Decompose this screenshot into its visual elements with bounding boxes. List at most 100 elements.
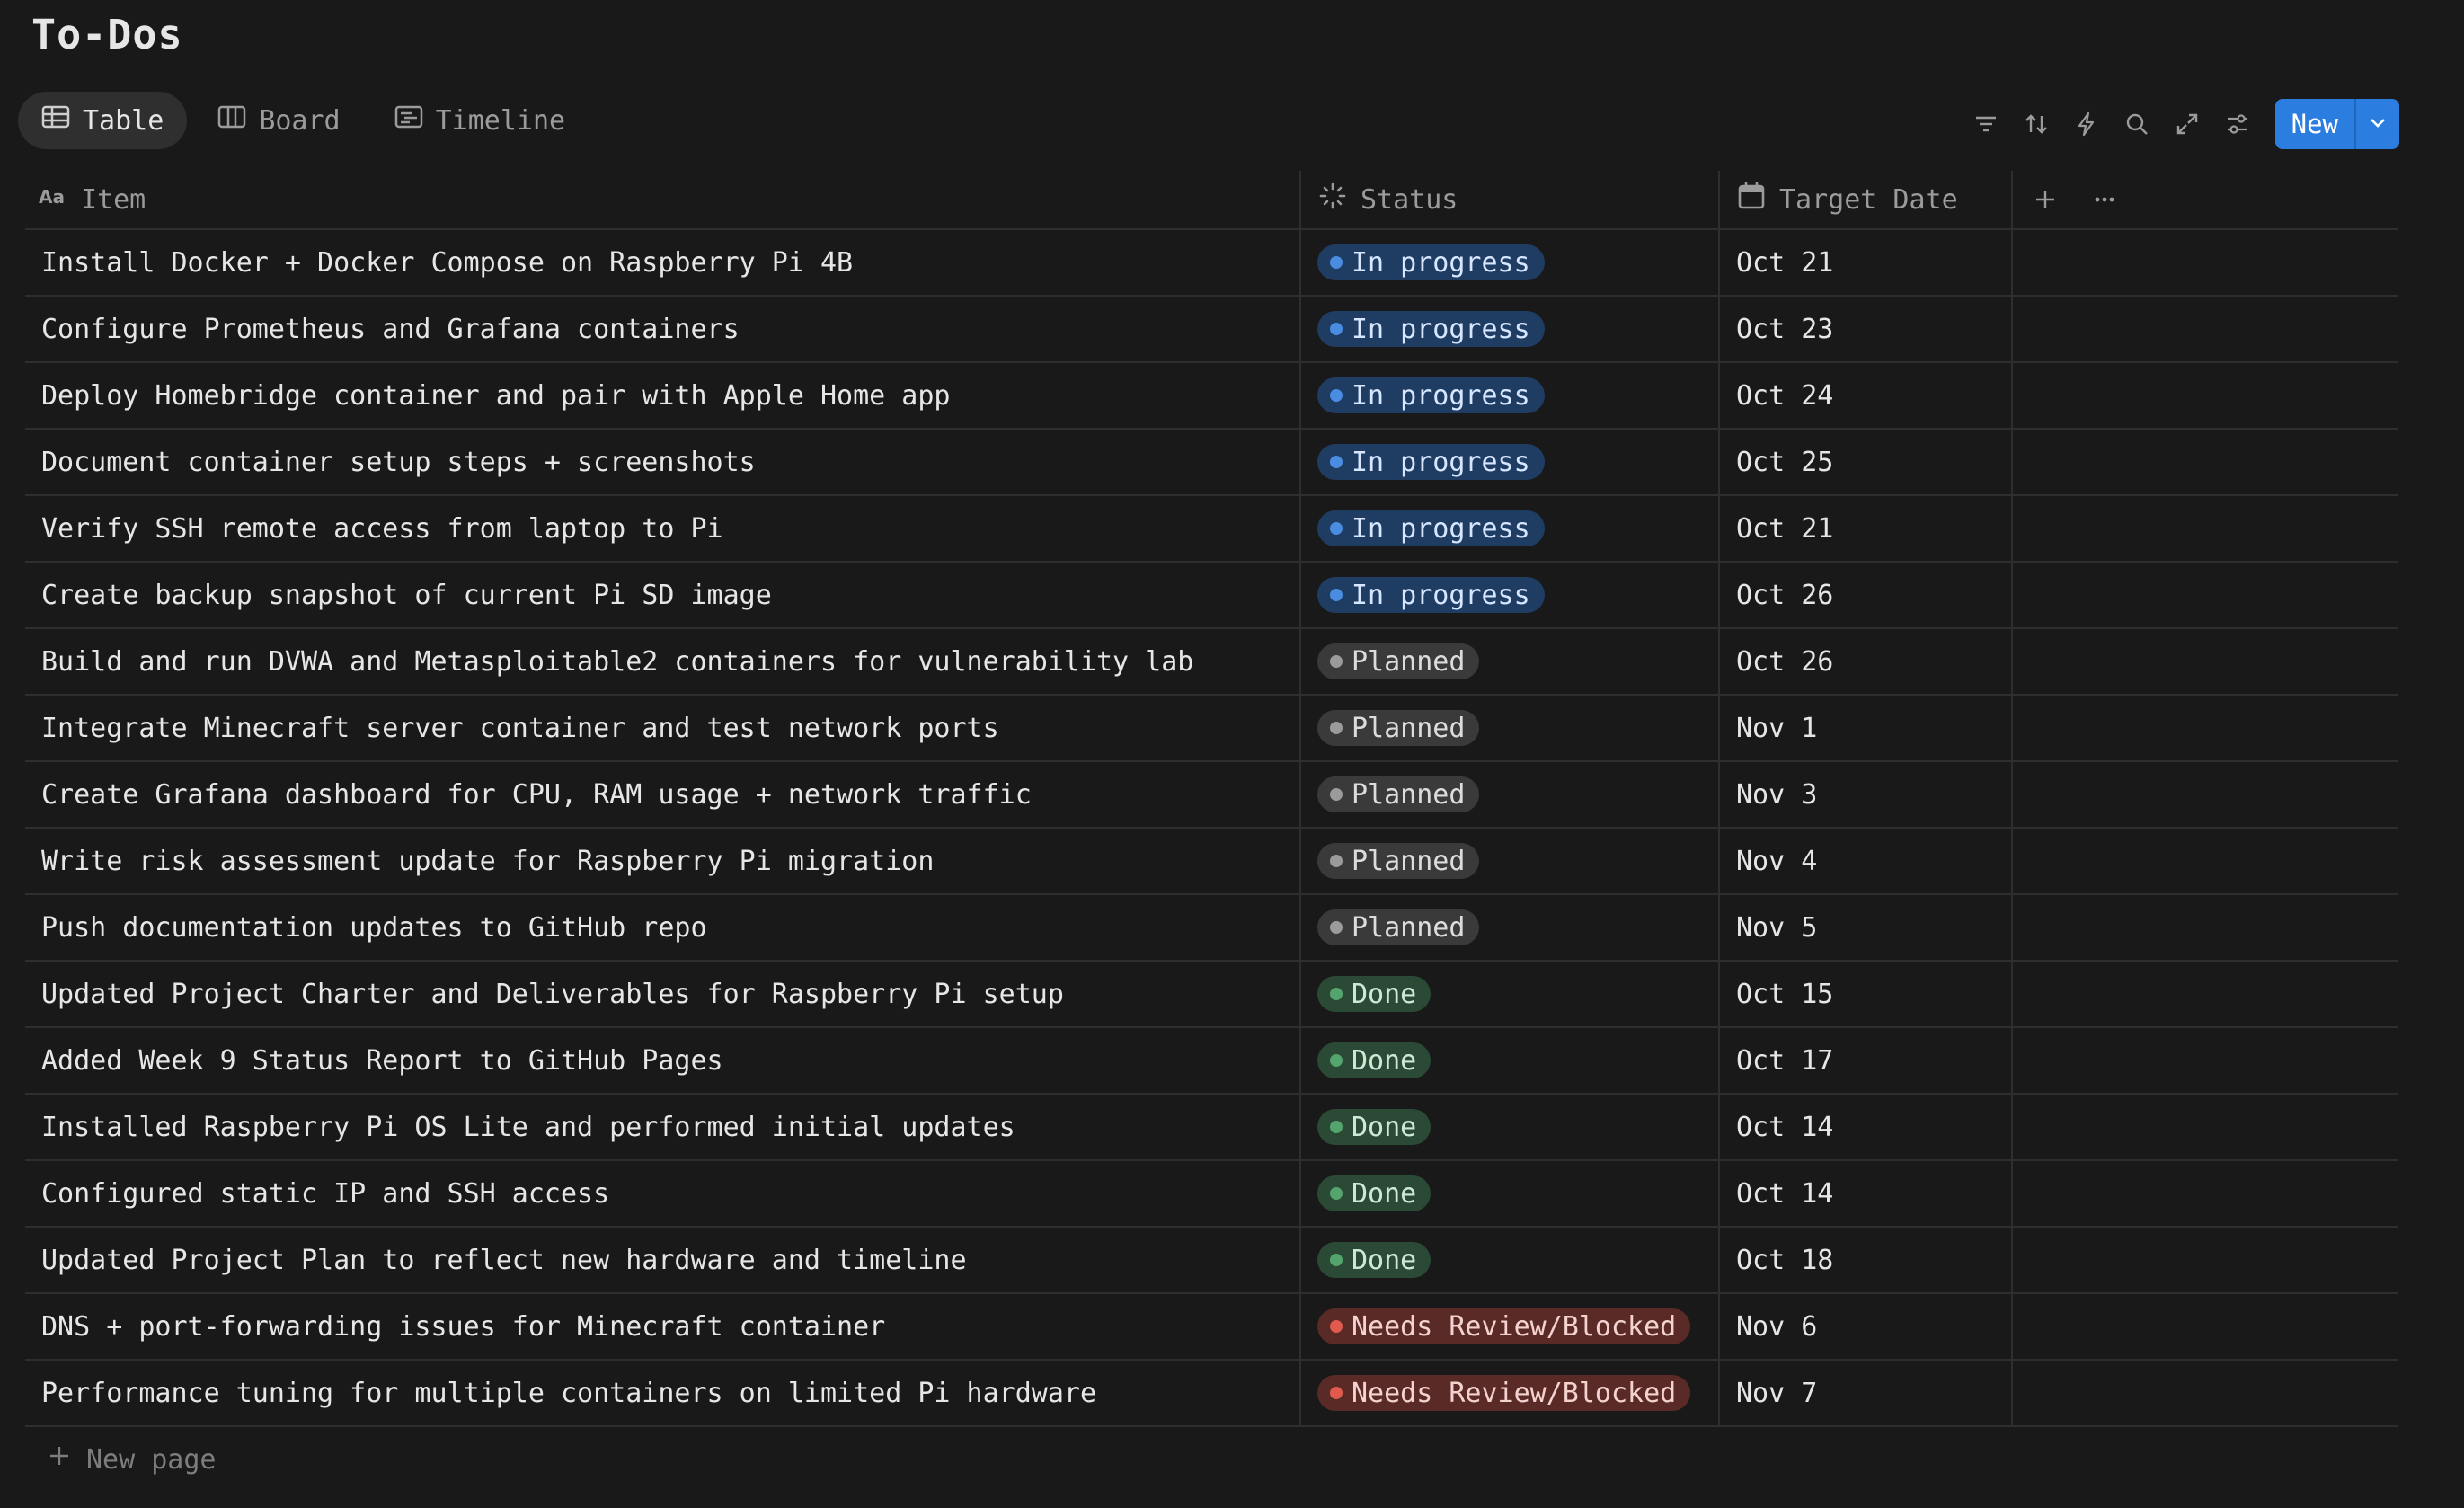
expand-icon[interactable] xyxy=(2162,99,2212,149)
status-cell[interactable]: In progress xyxy=(1301,363,1720,428)
item-cell[interactable]: Updated Project Charter and Deliverables… xyxy=(25,962,1301,1026)
automation-icon[interactable] xyxy=(2061,99,2112,149)
target-date-cell[interactable]: Oct 14 xyxy=(1720,1095,2013,1159)
target-date-cell[interactable]: Oct 26 xyxy=(1720,563,2013,627)
status-dot xyxy=(1330,589,1343,601)
table-row[interactable]: Document container setup steps + screens… xyxy=(25,430,2398,496)
item-cell[interactable]: Installed Raspberry Pi OS Lite and perfo… xyxy=(25,1095,1301,1159)
status-cell[interactable]: Planned xyxy=(1301,696,1720,760)
item-cell[interactable]: Create Grafana dashboard for CPU, RAM us… xyxy=(25,762,1301,827)
table-row[interactable]: Create backup snapshot of current Pi SD … xyxy=(25,563,2398,629)
column-header-status[interactable]: Status xyxy=(1301,171,1720,228)
add-property-icon[interactable] xyxy=(2025,180,2065,219)
table-row[interactable]: Updated Project Charter and Deliverables… xyxy=(25,962,2398,1028)
item-cell[interactable]: Configure Prometheus and Grafana contain… xyxy=(25,297,1301,361)
item-cell[interactable]: DNS + port-forwarding issues for Minecra… xyxy=(25,1294,1301,1359)
status-label: Planned xyxy=(1352,911,1466,944)
target-date-cell[interactable]: Oct 26 xyxy=(1720,629,2013,694)
item-cell[interactable]: Updated Project Plan to reflect new hard… xyxy=(25,1228,1301,1292)
table-row[interactable]: Write risk assessment update for Raspber… xyxy=(25,829,2398,895)
new-button[interactable]: New xyxy=(2275,99,2354,149)
target-date-cell[interactable]: Nov 7 xyxy=(1720,1361,2013,1425)
item-title: Installed Raspberry Pi OS Lite and perfo… xyxy=(41,1111,1015,1143)
status-cell[interactable]: Done xyxy=(1301,1161,1720,1226)
item-cell[interactable]: Document container setup steps + screens… xyxy=(25,430,1301,494)
table-row[interactable]: Performance tuning for multiple containe… xyxy=(25,1361,2398,1427)
target-date-cell[interactable]: Oct 25 xyxy=(1720,430,2013,494)
empty-cell xyxy=(2013,962,2398,1026)
target-date: Oct 25 xyxy=(1736,446,1834,478)
status-cell[interactable]: Planned xyxy=(1301,629,1720,694)
column-header-actions xyxy=(2013,171,2398,228)
target-date-cell[interactable]: Oct 23 xyxy=(1720,297,2013,361)
status-cell[interactable]: In progress xyxy=(1301,430,1720,494)
status-cell[interactable]: Planned xyxy=(1301,829,1720,893)
status-cell[interactable]: In progress xyxy=(1301,230,1720,295)
table-row[interactable]: Configure Prometheus and Grafana contain… xyxy=(25,297,2398,363)
target-date-cell[interactable]: Nov 4 xyxy=(1720,829,2013,893)
target-date-cell[interactable]: Nov 3 xyxy=(1720,762,2013,827)
new-dropdown-button[interactable] xyxy=(2354,99,2399,149)
status-cell[interactable]: In progress xyxy=(1301,496,1720,561)
table-row[interactable]: Updated Project Plan to reflect new hard… xyxy=(25,1228,2398,1294)
item-cell[interactable]: Configured static IP and SSH access xyxy=(25,1161,1301,1226)
sort-icon[interactable] xyxy=(2011,99,2061,149)
table-row[interactable]: Installed Raspberry Pi OS Lite and perfo… xyxy=(25,1095,2398,1161)
item-cell[interactable]: Performance tuning for multiple containe… xyxy=(25,1361,1301,1425)
target-date-cell[interactable]: Oct 21 xyxy=(1720,230,2013,295)
table-row[interactable]: Verify SSH remote access from laptop to … xyxy=(25,496,2398,563)
status-cell[interactable]: Needs Review/Blocked xyxy=(1301,1294,1720,1359)
target-date: Oct 14 xyxy=(1736,1111,1834,1143)
item-cell[interactable]: Write risk assessment update for Raspber… xyxy=(25,829,1301,893)
target-date-cell[interactable]: Oct 14 xyxy=(1720,1161,2013,1226)
target-date-cell[interactable]: Oct 18 xyxy=(1720,1228,2013,1292)
item-cell[interactable]: Integrate Minecraft server container and… xyxy=(25,696,1301,760)
status-label: Planned xyxy=(1352,645,1466,678)
target-date-cell[interactable]: Nov 6 xyxy=(1720,1294,2013,1359)
status-cell[interactable]: Needs Review/Blocked xyxy=(1301,1361,1720,1425)
tab-board[interactable]: Board xyxy=(194,92,363,149)
table-row[interactable]: Deploy Homebridge container and pair wit… xyxy=(25,363,2398,430)
table-row[interactable]: Added Week 9 Status Report to GitHub Pag… xyxy=(25,1028,2398,1095)
table-row[interactable]: Build and run DVWA and Metasploitable2 c… xyxy=(25,629,2398,696)
tab-table[interactable]: Table xyxy=(18,92,188,149)
search-icon[interactable] xyxy=(2112,99,2162,149)
column-header-item[interactable]: Aa Item xyxy=(25,171,1301,228)
status-cell[interactable]: Done xyxy=(1301,1228,1720,1292)
target-date-cell[interactable]: Nov 1 xyxy=(1720,696,2013,760)
status-cell[interactable]: In progress xyxy=(1301,297,1720,361)
status-cell[interactable]: Done xyxy=(1301,962,1720,1026)
target-date-cell[interactable]: Oct 15 xyxy=(1720,962,2013,1026)
item-cell[interactable]: Push documentation updates to GitHub rep… xyxy=(25,895,1301,960)
item-cell[interactable]: Build and run DVWA and Metasploitable2 c… xyxy=(25,629,1301,694)
item-title: Deploy Homebridge container and pair wit… xyxy=(41,379,951,412)
status-cell[interactable]: Done xyxy=(1301,1028,1720,1093)
item-cell[interactable]: Verify SSH remote access from laptop to … xyxy=(25,496,1301,561)
target-date-cell[interactable]: Oct 24 xyxy=(1720,363,2013,428)
item-cell[interactable]: Install Docker + Docker Compose on Raspb… xyxy=(25,230,1301,295)
status-cell[interactable]: Planned xyxy=(1301,762,1720,827)
status-cell[interactable]: Planned xyxy=(1301,895,1720,960)
target-date-cell[interactable]: Nov 5 xyxy=(1720,895,2013,960)
table-row[interactable]: Create Grafana dashboard for CPU, RAM us… xyxy=(25,762,2398,829)
new-page-button[interactable]: New page xyxy=(25,1427,2398,1492)
table-row[interactable]: Push documentation updates to GitHub rep… xyxy=(25,895,2398,962)
filter-icon[interactable] xyxy=(1961,99,2011,149)
item-cell[interactable]: Create backup snapshot of current Pi SD … xyxy=(25,563,1301,627)
status-dot xyxy=(1330,855,1343,867)
tab-timeline[interactable]: Timeline xyxy=(371,92,589,149)
more-options-icon[interactable] xyxy=(2085,180,2124,219)
column-header-target-date[interactable]: Target Date xyxy=(1720,171,2013,228)
item-cell[interactable]: Added Week 9 Status Report to GitHub Pag… xyxy=(25,1028,1301,1093)
table-row[interactable]: Configured static IP and SSH access Done O… xyxy=(25,1161,2398,1228)
settings-icon[interactable] xyxy=(2212,99,2263,149)
table-row[interactable]: Integrate Minecraft server container and… xyxy=(25,696,2398,762)
item-cell[interactable]: Deploy Homebridge container and pair wit… xyxy=(25,363,1301,428)
page-title: To-Dos xyxy=(31,11,183,58)
table-row[interactable]: DNS + port-forwarding issues for Minecra… xyxy=(25,1294,2398,1361)
status-cell[interactable]: In progress xyxy=(1301,563,1720,627)
target-date-cell[interactable]: Oct 17 xyxy=(1720,1028,2013,1093)
target-date-cell[interactable]: Oct 21 xyxy=(1720,496,2013,561)
table-row[interactable]: Install Docker + Docker Compose on Raspb… xyxy=(25,230,2398,297)
status-cell[interactable]: Done xyxy=(1301,1095,1720,1159)
